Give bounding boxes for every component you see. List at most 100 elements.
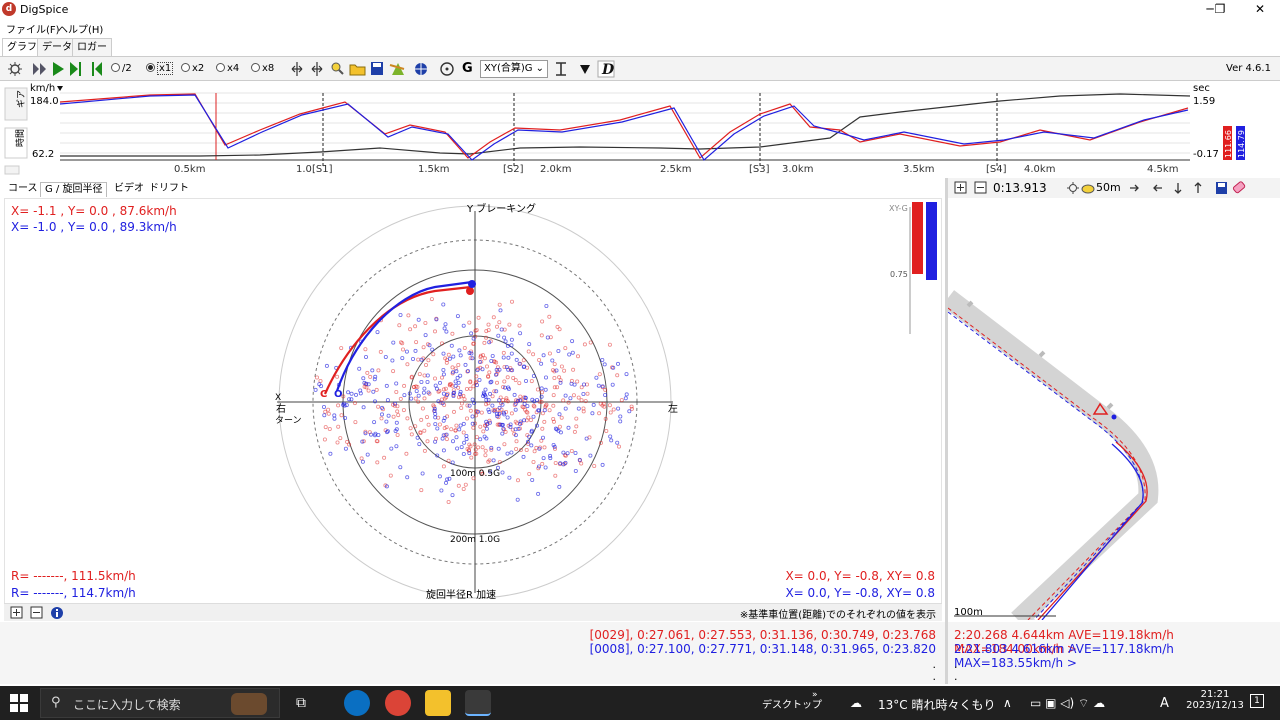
g-radius-panel[interactable]: C O Y ブレーキング X 右 ターン 左 旋回半径R 加速 100m 0.5… [4, 198, 942, 604]
tab-data[interactable]: データ [37, 38, 77, 56]
rate-x2[interactable]: x2 [181, 60, 204, 78]
step-forward-icon[interactable] [70, 62, 81, 76]
mark-icon[interactable] [389, 63, 405, 75]
g-sample-point [410, 356, 415, 361]
g-sample-point [423, 362, 428, 367]
g-sample-point [431, 352, 436, 357]
side-tab-more[interactable] [4, 165, 20, 175]
reset-icon[interactable] [1067, 182, 1079, 194]
globe-icon[interactable] [415, 63, 427, 75]
g-sample-point [437, 422, 442, 427]
save-icon[interactable] [1216, 182, 1227, 194]
edge-icon[interactable] [344, 690, 370, 716]
readout-red-bottom: R= -------, 111.5km/h [11, 569, 136, 583]
rate-x1[interactable]: x1 [146, 60, 174, 78]
weather-text[interactable]: 13°C 晴れ時々くもり [878, 696, 995, 713]
g-sample-point [535, 397, 540, 402]
g-sample-point [425, 373, 430, 378]
g-sample-point [505, 375, 510, 380]
g-sample-point [379, 416, 384, 421]
expand-icon[interactable] [10, 606, 23, 619]
close-button[interactable]: ✕ [1240, 0, 1280, 20]
rate-x4[interactable]: x4 [216, 60, 239, 78]
zoom-out-icon[interactable] [974, 181, 987, 194]
x-label-s1: [S1] [312, 164, 333, 175]
tray-expand-icon[interactable]: ∧ [1003, 696, 1012, 710]
zoom-in-icon[interactable] [954, 181, 967, 194]
dropdown-icon[interactable] [580, 65, 590, 74]
g-button[interactable]: G [462, 60, 473, 78]
tab-graph[interactable]: グラフ [2, 38, 42, 56]
g-sample-point [409, 432, 414, 437]
save-icon[interactable] [371, 62, 383, 75]
arrow-right-icon[interactable] [1130, 184, 1139, 192]
label-x: X [275, 393, 281, 403]
speed-graph[interactable]: ギア 時間 km/h 184.0 62.2 sec 1.59 -0.17 111… [0, 82, 1280, 177]
reset-icon[interactable] [8, 62, 22, 76]
g-sample-point [524, 378, 529, 383]
folder-icon[interactable] [349, 64, 366, 76]
g-sample-point [462, 397, 467, 402]
badge-red-label: 111.66 [1224, 130, 1233, 158]
notification-icon[interactable]: 1 [1250, 694, 1264, 708]
g-sample-point [446, 499, 451, 504]
g-sample-point [585, 391, 590, 396]
g-sample-point [588, 340, 593, 345]
rewind-icon[interactable] [33, 63, 46, 75]
tab-g-radius[interactable]: G / 旋回半径 [40, 182, 108, 197]
g-sample-point [457, 348, 462, 353]
g-sample-point [368, 374, 373, 379]
windows-start-icon[interactable] [10, 694, 28, 712]
arrow-up-icon[interactable] [1194, 182, 1202, 193]
menu-file[interactable]: ファイル(F) [6, 21, 60, 36]
g-sample-point [463, 362, 468, 367]
tray-icons[interactable]: ▭ ▣ ◁) ⌔ ☁ [1030, 696, 1105, 711]
xy-mode-select[interactable]: XY(合算)G ⌄ [480, 60, 548, 78]
g-circle-plot[interactable]: C O Y ブレーキング X 右 ターン 左 旋回半径R 加速 100m 0.5… [5, 199, 941, 603]
task-view-icon[interactable]: ⧉ [288, 690, 314, 716]
explorer-icon[interactable] [425, 690, 451, 716]
cursor-icon[interactable] [556, 62, 566, 76]
course-map-canvas[interactable]: 100m [941, 198, 1280, 628]
collapse-icon[interactable] [30, 606, 43, 619]
unit-dropdown-icon[interactable] [57, 86, 63, 91]
rate-half[interactable]: /2 [111, 60, 132, 78]
course-map[interactable]: 100m [941, 198, 1280, 628]
menu-help[interactable]: ヘルプ(H) [58, 21, 103, 36]
arrow-down-icon[interactable] [1174, 183, 1182, 194]
g-sample-point [502, 335, 507, 340]
ime-indicator[interactable]: A [1160, 696, 1169, 711]
g-sample-point [464, 416, 469, 421]
title-bar [0, 0, 1280, 20]
g-sample-point [398, 465, 403, 470]
tab-course[interactable]: コース [4, 182, 42, 197]
g-sample-point [441, 351, 446, 356]
split-left-icon[interactable] [291, 62, 303, 76]
tab-logger[interactable]: ロガー [72, 38, 112, 56]
maximize-button[interactable]: ❐ [1200, 0, 1240, 20]
taskbar-search[interactable]: ⚲ ここに入力して検索 [40, 688, 280, 718]
target-icon[interactable] [440, 62, 454, 76]
g-sample-point [379, 412, 384, 417]
speed-graph-canvas[interactable]: ギア 時間 km/h 184.0 62.2 sec 1.59 -0.17 111… [0, 82, 1280, 177]
driver-icon[interactable]: D [597, 60, 615, 78]
eraser-icon[interactable] [1232, 181, 1246, 194]
tab-video[interactable]: ビデオ [110, 182, 148, 197]
g-sample-point [366, 388, 371, 393]
chevron-icon[interactable]: » [812, 690, 818, 700]
rate-x8[interactable]: x8 [251, 60, 274, 78]
g-sample-point [597, 372, 602, 377]
info-icon[interactable] [51, 607, 63, 619]
g-sample-point [502, 442, 507, 447]
highlight-icon[interactable] [1081, 184, 1095, 194]
digspice-taskbar-icon[interactable] [465, 690, 491, 716]
search-icon[interactable] [331, 62, 344, 75]
chrome-icon[interactable] [385, 690, 411, 716]
clock[interactable]: 21:21 2023/12/13 [1185, 689, 1245, 711]
arrow-left-icon[interactable] [1153, 184, 1162, 192]
g-sample-point [539, 333, 544, 338]
step-back-icon[interactable] [92, 62, 102, 76]
split-right-icon[interactable] [311, 62, 323, 76]
play-icon[interactable] [53, 62, 64, 76]
tab-drift[interactable]: ドリフト [145, 182, 193, 197]
